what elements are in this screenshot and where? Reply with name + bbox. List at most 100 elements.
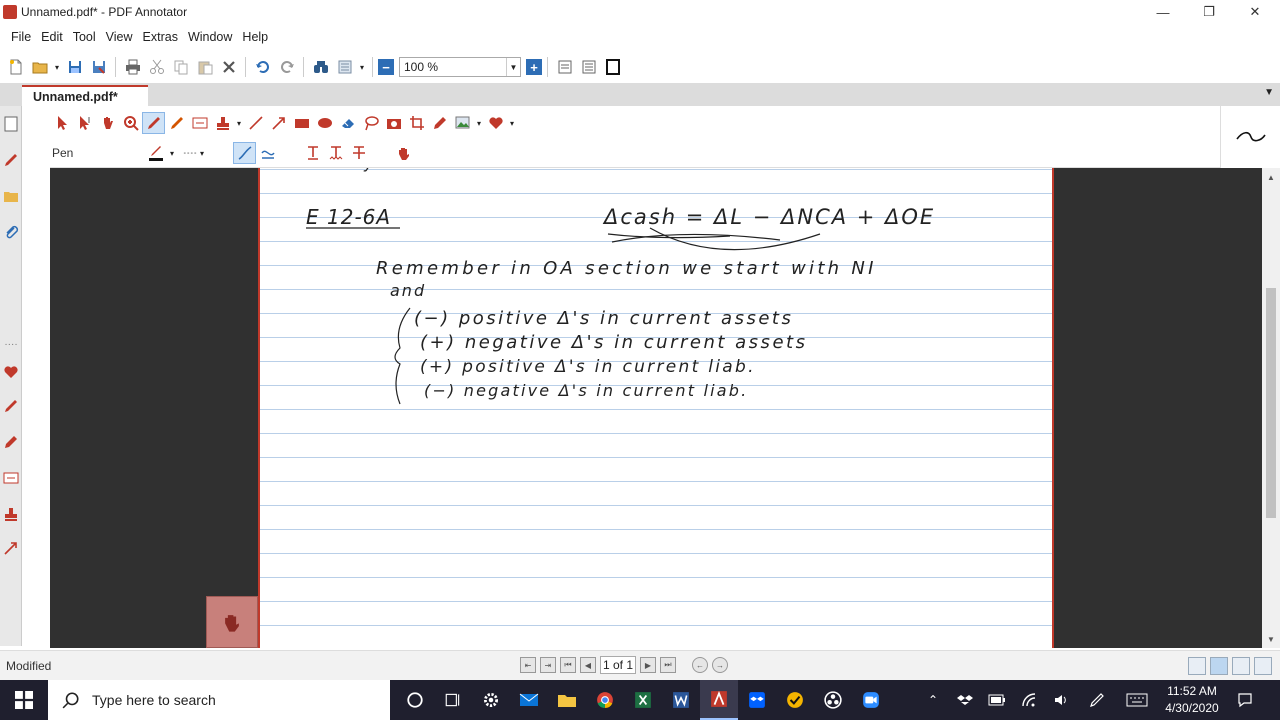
rectangle-tool-icon[interactable]	[290, 112, 313, 134]
wifi-icon[interactable]	[1016, 680, 1042, 720]
scroll-up-icon[interactable]: ▲	[1262, 170, 1280, 184]
file-explorer-icon[interactable]	[548, 680, 586, 720]
task-view-icon[interactable]	[434, 680, 472, 720]
favorites-heart-tool-icon[interactable]	[484, 112, 507, 134]
print-icon[interactable]	[121, 56, 144, 78]
text-select-icon[interactable]	[73, 112, 96, 134]
favorite-arrow-icon[interactable]	[3, 540, 19, 556]
volume-icon[interactable]	[1048, 680, 1074, 720]
image-dropdown-icon[interactable]: ▾	[474, 112, 484, 134]
menu-help[interactable]: Help	[237, 30, 273, 44]
scroll-down-icon[interactable]: ▼	[1262, 632, 1280, 646]
favorites-dropdown-icon[interactable]: ▾	[507, 112, 517, 134]
first-page-icon[interactable]: ⏮	[560, 657, 576, 673]
norton-check-icon[interactable]	[776, 680, 814, 720]
favorites-heart-icon[interactable]	[3, 364, 19, 380]
history-back-icon[interactable]: ⇤	[520, 657, 536, 673]
zoom-out-button[interactable]: −	[378, 59, 394, 75]
undo-icon[interactable]	[251, 56, 274, 78]
save-as-icon[interactable]	[87, 56, 110, 78]
page-layout-icon[interactable]	[333, 56, 356, 78]
word-icon[interactable]	[662, 680, 700, 720]
close-button[interactable]: ✕	[1232, 0, 1278, 24]
single-page-view-icon[interactable]	[1188, 657, 1206, 675]
excel-icon[interactable]	[624, 680, 662, 720]
pdf-page[interactable]: y. IN E 12-6A Δcash = ΔL − ΔNCA + ΔOE Re…	[258, 168, 1054, 648]
start-button[interactable]	[0, 680, 48, 720]
pen-workspace-icon[interactable]	[1084, 680, 1110, 720]
ellipse-tool-icon[interactable]	[313, 112, 336, 134]
touch-keyboard-icon[interactable]	[1122, 680, 1152, 720]
pan-mode-toggle[interactable]	[206, 596, 258, 648]
fit-width-icon[interactable]	[553, 56, 576, 78]
crop-tool-icon[interactable]	[405, 112, 428, 134]
line-style-icon[interactable]	[183, 142, 197, 164]
favorite-marker-icon[interactable]	[3, 434, 19, 450]
continuous-view-icon[interactable]	[1210, 657, 1228, 675]
two-page-continuous-view-icon[interactable]	[1254, 657, 1272, 675]
show-hidden-icons-icon[interactable]: ⌃	[920, 680, 946, 720]
battery-icon[interactable]	[984, 680, 1010, 720]
copy-icon[interactable]	[169, 56, 192, 78]
text-strikeout-icon[interactable]	[347, 142, 370, 164]
page-indicator[interactable]: 1 of 1	[600, 656, 636, 674]
go-forward-icon[interactable]: →	[712, 657, 728, 673]
eraser-tool-icon[interactable]	[336, 112, 359, 134]
fullscreen-icon[interactable]	[601, 56, 624, 78]
delete-icon[interactable]	[217, 56, 240, 78]
vertical-scrollbar[interactable]: ▲ ▼	[1262, 168, 1280, 648]
attachments-paperclip-icon[interactable]	[3, 224, 19, 240]
menu-file[interactable]: File	[6, 30, 36, 44]
favorite-pen-icon[interactable]	[3, 398, 19, 414]
favorite-stamp-icon[interactable]	[3, 506, 19, 522]
next-page-icon[interactable]: ▶	[640, 657, 656, 673]
find-binoculars-icon[interactable]	[309, 56, 332, 78]
annotations-pen-icon[interactable]	[3, 152, 19, 168]
tab-list-dropdown-icon[interactable]: ▼	[1264, 87, 1274, 98]
line-tool-icon[interactable]	[244, 112, 267, 134]
settings-gear-icon[interactable]	[472, 680, 510, 720]
minimize-button[interactable]: —	[1140, 0, 1186, 24]
favorite-textbox-icon[interactable]	[3, 470, 19, 486]
zoom-tool-icon[interactable]	[119, 112, 142, 134]
action-center-icon[interactable]	[1232, 680, 1258, 720]
paste-icon[interactable]	[193, 56, 216, 78]
palm-rejection-icon[interactable]	[392, 142, 415, 164]
open-dropdown-icon[interactable]: ▾	[52, 56, 62, 78]
page-thumbnail-icon[interactable]	[3, 116, 19, 132]
dropbox-tray-icon[interactable]	[952, 680, 978, 720]
previous-page-icon[interactable]: ◀	[580, 657, 596, 673]
two-page-view-icon[interactable]	[1232, 657, 1250, 675]
pen-color-dropdown-icon[interactable]: ▾	[167, 142, 177, 164]
history-forward-icon[interactable]: ⇥	[540, 657, 556, 673]
pen-tool-icon[interactable]	[142, 112, 165, 134]
zoom-in-button[interactable]: +	[526, 59, 542, 75]
open-folder-icon[interactable]	[28, 56, 51, 78]
line-style-dropdown-icon[interactable]: ▾	[197, 142, 207, 164]
stamp-dropdown-icon[interactable]: ▾	[234, 112, 244, 134]
cortana-icon[interactable]	[396, 680, 434, 720]
camera-tool-icon[interactable]	[382, 112, 405, 134]
restore-button[interactable]: ❐	[1186, 0, 1232, 24]
scroll-thumb[interactable]	[1266, 288, 1276, 518]
menu-edit[interactable]: Edit	[36, 30, 68, 44]
chrome-icon[interactable]	[586, 680, 624, 720]
fit-page-icon[interactable]	[577, 56, 600, 78]
zoom-dropdown-icon[interactable]: ▼	[506, 58, 520, 76]
taskbar-search-box[interactable]: Type here to search	[48, 680, 390, 720]
lasso-tool-icon[interactable]	[359, 112, 382, 134]
zoom-app-icon[interactable]	[852, 680, 890, 720]
text-underline-icon[interactable]	[301, 142, 324, 164]
document-view[interactable]: y. IN E 12-6A Δcash = ΔL − ΔNCA + ΔOE Re…	[50, 168, 1262, 648]
redo-icon[interactable]	[275, 56, 298, 78]
menu-extras[interactable]: Extras	[138, 30, 183, 44]
highlighter-tool-icon[interactable]	[428, 112, 451, 134]
pdf-annotator-taskbar-icon[interactable]	[700, 680, 738, 720]
image-insert-icon[interactable]	[451, 112, 474, 134]
last-page-icon[interactable]: ⏭	[660, 657, 676, 673]
dropbox-icon[interactable]	[738, 680, 776, 720]
save-icon[interactable]	[63, 56, 86, 78]
menu-view[interactable]: View	[101, 30, 138, 44]
cut-icon[interactable]	[145, 56, 168, 78]
straighten-stroke-icon[interactable]	[256, 142, 279, 164]
